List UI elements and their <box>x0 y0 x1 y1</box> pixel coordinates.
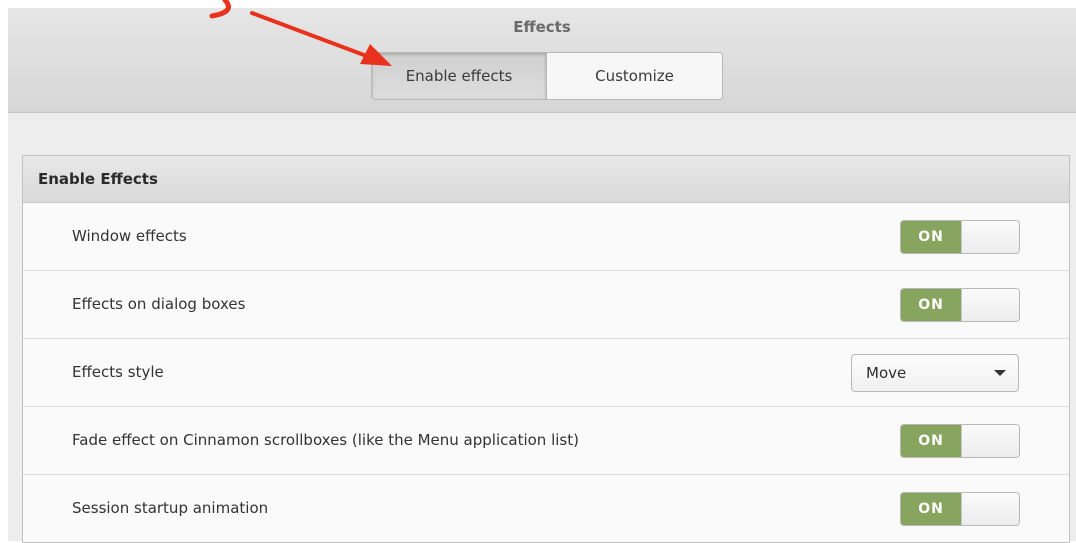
tab-enable-effects[interactable]: Enable effects <box>372 53 547 99</box>
setting-label: Window effects <box>72 227 187 245</box>
enable-effects-panel: Enable Effects Window effects ON Effects… <box>22 155 1070 543</box>
setting-label: Effects on dialog boxes <box>72 295 246 313</box>
dialog-effects-toggle[interactable]: ON <box>900 288 1020 322</box>
window-title: Effects <box>513 18 571 36</box>
toggle-knob <box>961 221 1019 253</box>
toggle-knob <box>961 493 1019 525</box>
window-effects-toggle[interactable]: ON <box>900 220 1020 254</box>
setting-row-scrollbox-fade: Fade effect on Cinnamon scrollboxes (lik… <box>23 407 1069 475</box>
setting-row-effects-style: Effects style Move <box>23 339 1069 407</box>
toggle-state-label: ON <box>901 221 961 253</box>
toggle-knob <box>961 289 1019 321</box>
caret-down-icon <box>994 370 1006 376</box>
setting-row-startup-animation: Session startup animation ON <box>23 475 1069 542</box>
tab-customize[interactable]: Customize <box>547 53 722 99</box>
effects-window: Effects Enable effects Customize Enable … <box>8 8 1076 543</box>
effects-style-dropdown[interactable]: Move <box>851 354 1019 392</box>
tab-switcher: Enable effects Customize <box>371 52 723 100</box>
setting-label: Effects style <box>72 363 164 381</box>
section-title: Enable Effects <box>23 156 1069 203</box>
setting-label: Fade effect on Cinnamon scrollboxes (lik… <box>72 431 579 449</box>
startup-animation-toggle[interactable]: ON <box>900 492 1020 526</box>
toggle-knob <box>961 425 1019 457</box>
toggle-state-label: ON <box>901 493 961 525</box>
header-bar: Effects Enable effects Customize <box>8 8 1076 113</box>
toggle-state-label: ON <box>901 425 961 457</box>
dropdown-value: Move <box>866 364 907 382</box>
setting-row-dialog-effects: Effects on dialog boxes ON <box>23 271 1069 339</box>
scrollbox-fade-toggle[interactable]: ON <box>900 424 1020 458</box>
setting-row-window-effects: Window effects ON <box>23 203 1069 271</box>
setting-label: Session startup animation <box>72 499 269 517</box>
toggle-state-label: ON <box>901 289 961 321</box>
